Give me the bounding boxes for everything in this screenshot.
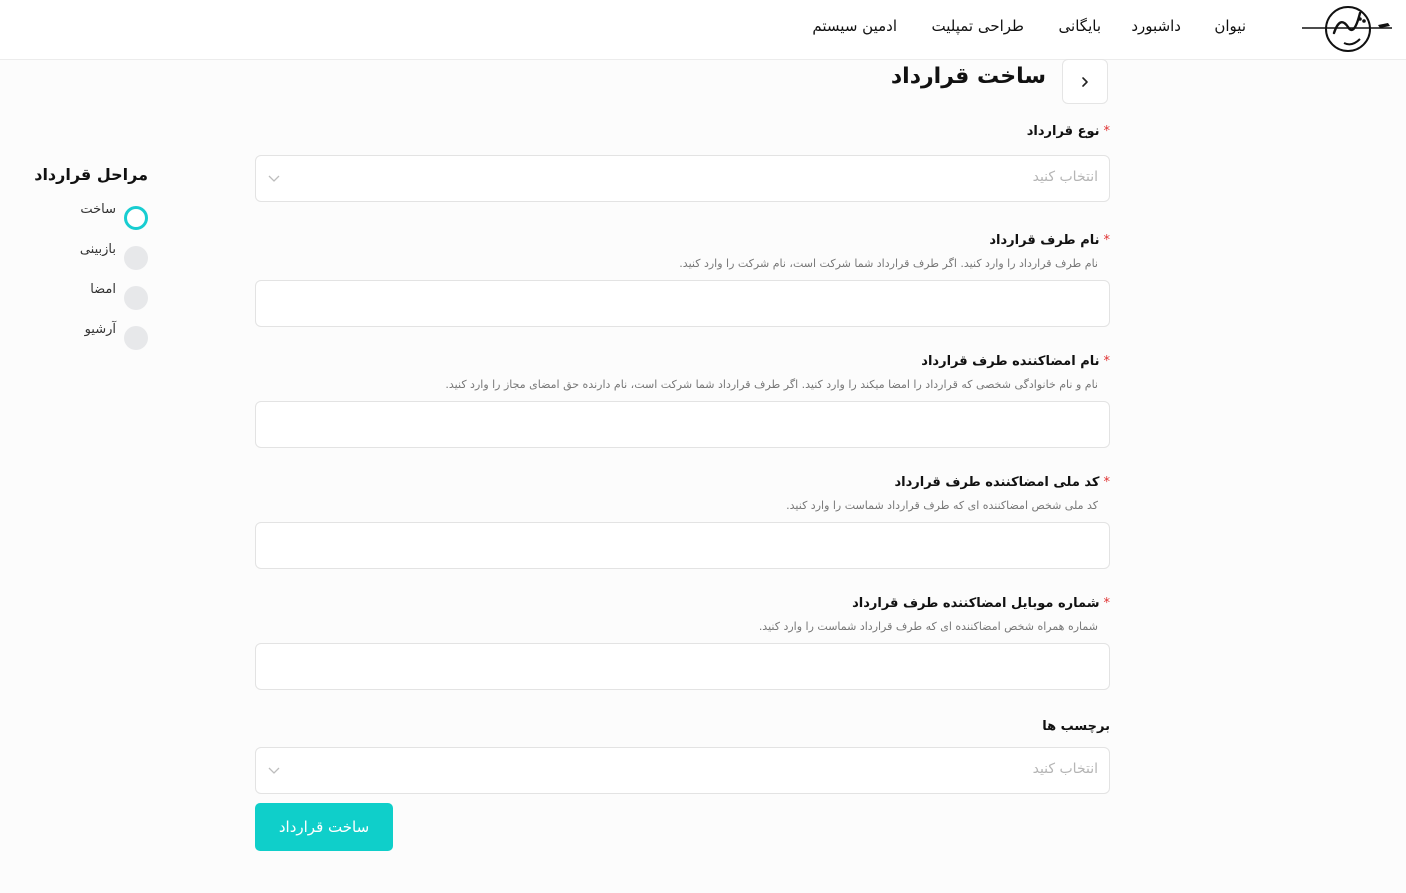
step-pending-indicator: [124, 246, 148, 270]
party-name-label: *نام طرف قرارداد: [989, 233, 1110, 248]
required-marker: *: [1103, 354, 1111, 369]
signer-name-field[interactable]: [255, 401, 1110, 448]
contract-type-label-text: نوع قرارداد: [1026, 124, 1100, 139]
chevron-right-icon: [1082, 76, 1088, 87]
signer-mobile-field[interactable]: [255, 643, 1110, 690]
signer-name-label-text: نام امضاکننده طرف قرارداد: [921, 354, 1100, 369]
signer-name-label: *نام امضاکننده طرف قرارداد: [921, 354, 1110, 369]
step-item-create: ساخت: [48, 202, 148, 230]
steps-title: مراحل قرارداد: [34, 165, 148, 184]
step-label: ساخت: [80, 202, 116, 217]
page-title: ساخت قرارداد: [890, 64, 1046, 89]
party-name-field[interactable]: [255, 280, 1110, 327]
step-item-review: بازبینی: [48, 242, 148, 270]
chevron-down-icon: [268, 175, 280, 182]
tags-label: برچسب ها: [1042, 719, 1110, 734]
step-item-archive: آرشیو: [48, 322, 148, 350]
required-marker: *: [1103, 233, 1111, 248]
required-marker: *: [1103, 475, 1111, 490]
signer-mobile-help: شماره همراه شخص امضاکننده ای که طرف قرار…: [758, 620, 1098, 633]
contract-type-label: *نوع قرارداد: [1027, 124, 1110, 139]
step-active-indicator: [124, 206, 148, 230]
party-name-label-text: نام طرف قرارداد: [989, 233, 1100, 248]
contract-type-placeholder: انتخاب کنید: [1032, 169, 1098, 185]
contract-type-select[interactable]: انتخاب کنید: [255, 155, 1110, 202]
signer-national-id-label-text: کد ملی امضاکننده طرف قرارداد: [894, 475, 1100, 490]
step-label: امضا: [90, 282, 116, 297]
signer-mobile-label: *شماره موبایل امضاکننده طرف قرارداد: [852, 596, 1110, 611]
signer-name-help: نام و نام خانوادگی شخصی که قرارداد را ام…: [445, 378, 1098, 391]
step-label: بازبینی: [79, 242, 116, 257]
party-name-help: نام طرف قرارداد را وارد کنید. اگر طرف قر…: [679, 257, 1098, 270]
signer-national-id-field[interactable]: [255, 522, 1110, 569]
tags-placeholder: انتخاب کنید: [1032, 761, 1098, 777]
tags-select[interactable]: انتخاب کنید: [255, 747, 1110, 794]
step-pending-indicator: [124, 326, 148, 350]
signer-national-id-label: *کد ملی امضاکننده طرف قرارداد: [894, 475, 1110, 490]
step-pending-indicator: [124, 286, 148, 310]
required-marker: *: [1103, 596, 1111, 611]
brand-logo-icon[interactable]: [1300, 3, 1396, 55]
nav-item-template-design[interactable]: طراحی تمپلیت: [931, 17, 1024, 35]
nav-item-dashboard[interactable]: داشبورد: [1131, 17, 1181, 35]
create-contract-button[interactable]: ساخت قرارداد: [255, 803, 393, 851]
step-item-sign: امضا: [48, 282, 148, 310]
nav-item-system-admin[interactable]: ادمین سیستم: [812, 17, 897, 35]
chevron-down-icon: [268, 767, 280, 774]
signer-mobile-label-text: شماره موبایل امضاکننده طرف قرارداد: [852, 596, 1100, 611]
required-marker: *: [1103, 124, 1111, 139]
signer-national-id-help: کد ملی شخص امضاکننده ای که طرف قرارداد ش…: [786, 499, 1098, 512]
step-label: آرشیو: [84, 322, 116, 337]
top-navbar: نیوان داشبورد بایگانی طراحی تمپلیت ادمین…: [0, 0, 1406, 60]
nav-item-neyvan[interactable]: نیوان: [1214, 17, 1246, 35]
nav-item-archive[interactable]: بایگانی: [1059, 17, 1101, 35]
back-button[interactable]: [1062, 59, 1108, 104]
